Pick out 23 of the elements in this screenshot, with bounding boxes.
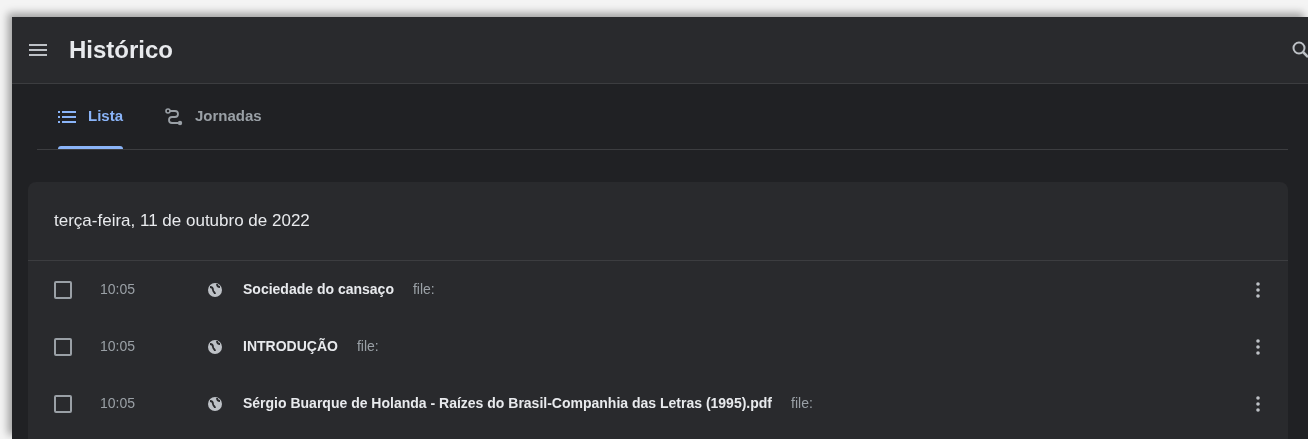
visit-time: 10:05: [100, 337, 137, 356]
checkbox[interactable]: [54, 337, 72, 356]
globe-icon: [207, 338, 223, 355]
menu-icon[interactable]: [29, 44, 47, 56]
domain-text: file:: [412, 280, 435, 299]
search-icon[interactable]: [1292, 41, 1308, 59]
domain-text: file:: [791, 394, 813, 413]
list-icon: [58, 110, 76, 123]
visit-time: 10:05: [100, 280, 137, 299]
visit-time: 10:05: [100, 394, 137, 413]
route-icon: [165, 107, 183, 126]
page-link[interactable]: INTRODUÇÃO: [243, 336, 338, 357]
date-heading: terça-feira, 11 de outubro de 2022: [28, 182, 1288, 261]
page-link[interactable]: Sérgio Buarque de Holanda - Raízes do Brasil-Companhia das Letras (1995).pdf: [243, 393, 772, 414]
domain-text: file:: [356, 337, 379, 356]
page-title: Histórico: [69, 35, 173, 65]
globe-icon: [207, 281, 223, 298]
globe-icon: [207, 395, 223, 412]
tab[interactable]: Lista: [58, 84, 123, 149]
checkbox[interactable]: [54, 280, 72, 299]
tab[interactable]: Jornadas: [165, 84, 262, 149]
page-link[interactable]: Sociedade do cansaço: [243, 279, 394, 300]
checkbox[interactable]: [54, 394, 72, 413]
